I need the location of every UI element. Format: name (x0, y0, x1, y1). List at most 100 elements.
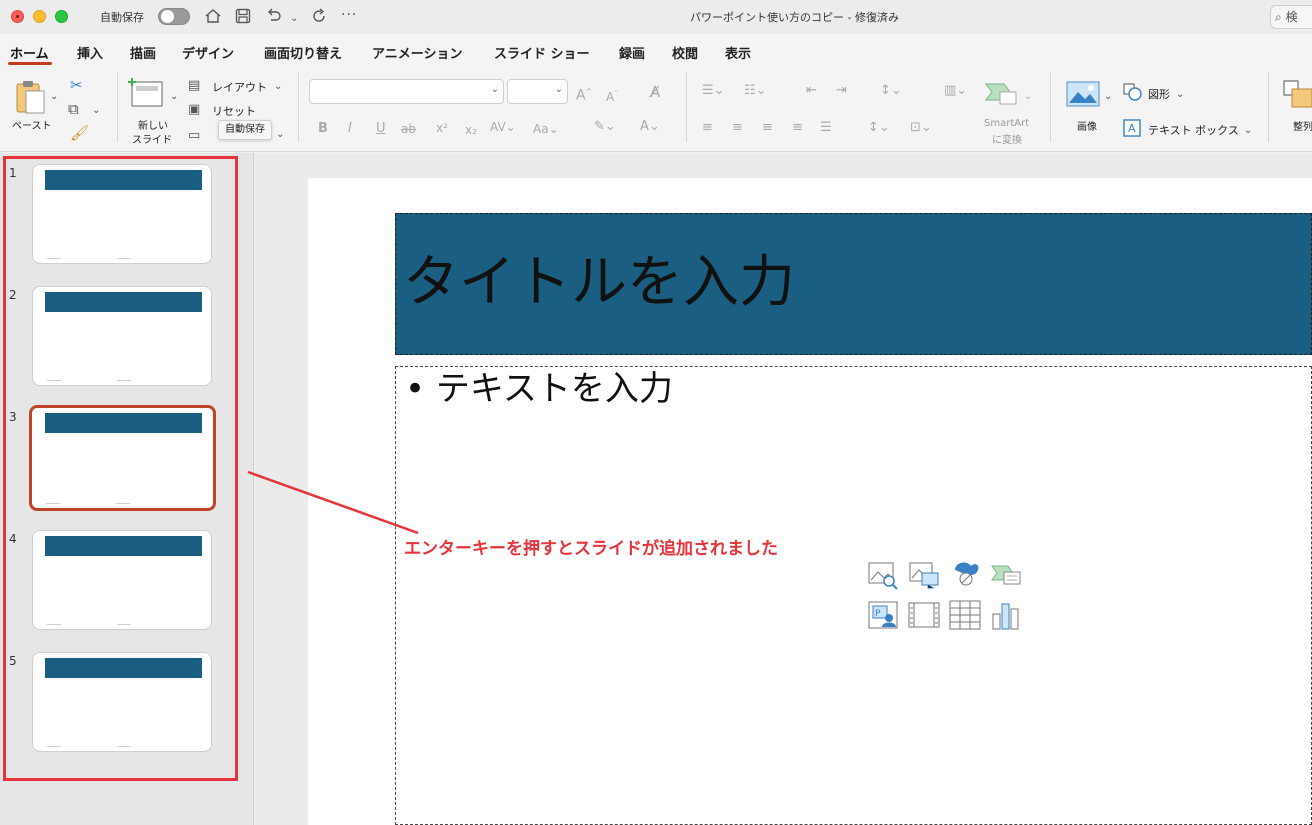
picture-icon[interactable] (908, 560, 940, 590)
home-icon[interactable] (204, 7, 222, 25)
more-icon[interactable]: ··· (341, 4, 357, 26)
font-name-dropdown-icon[interactable]: ⌄ (491, 84, 499, 95)
image-label: 画像 (1077, 122, 1097, 133)
body-placeholder-text: • テキストを入力 (405, 369, 673, 409)
justify-icon[interactable]: ≡ (792, 119, 803, 137)
align-center-icon[interactable]: ≡ (732, 119, 743, 137)
align-right-icon[interactable]: ≡ (762, 119, 773, 137)
tab-home[interactable]: ホーム (10, 43, 49, 62)
format-painter-icon[interactable]: 🖌 (70, 124, 89, 142)
tab-review[interactable]: 校閲 (672, 43, 698, 62)
align-text-icon[interactable]: ⊡⌄ (910, 119, 932, 137)
table-icon[interactable] (949, 600, 981, 630)
tab-view[interactable]: 表示 (725, 43, 751, 62)
minimize-window-button[interactable] (33, 10, 46, 23)
image-dropdown-icon[interactable]: ⌄ (1104, 88, 1112, 106)
tab-transitions[interactable]: 画面切り替え (264, 43, 342, 62)
arrange-icon[interactable] (1283, 80, 1312, 110)
undo-dropdown-icon[interactable]: ⌄ (290, 8, 298, 30)
underline-icon[interactable]: U (376, 120, 386, 138)
textbox-icon[interactable]: A (1123, 119, 1141, 137)
font-size-combo[interactable]: ⌄ (507, 79, 568, 104)
shrink-font-icon[interactable]: Aˇ (606, 85, 618, 106)
reset-icon: ▣ (188, 102, 201, 117)
smartart-graphic-icon[interactable] (990, 560, 1022, 590)
shapes-icon[interactable] (1123, 83, 1143, 101)
chart-icon[interactable] (990, 600, 1022, 630)
grow-font-icon[interactable]: A^ (576, 83, 592, 105)
section-icon[interactable]: ▭ (188, 127, 200, 145)
strikethrough-icon[interactable]: ab (401, 120, 416, 138)
cut-icon[interactable]: ✂ (70, 76, 83, 94)
undo-icon[interactable] (265, 7, 283, 25)
cameo-icon[interactable]: P (867, 600, 899, 630)
tab-animations[interactable]: アニメーション (372, 43, 462, 62)
copy-icon[interactable]: ⧉ (68, 100, 79, 118)
icons-icon[interactable] (949, 558, 981, 588)
font-size-dropdown-icon[interactable]: ⌄ (555, 84, 563, 95)
stock-images-icon[interactable] (867, 560, 899, 590)
layout-button[interactable]: レイアウト (212, 79, 267, 95)
highlight-icon[interactable]: ✎⌄ (594, 118, 616, 136)
section-dropdown-icon[interactable]: ⌄ (276, 126, 284, 144)
search-placeholder: 検 (1285, 10, 1298, 24)
align-left-icon[interactable]: ≡ (702, 119, 713, 137)
distributed-icon[interactable]: ☰ (820, 119, 832, 137)
reset-button[interactable]: リセット (212, 103, 256, 119)
textbox-button[interactable]: テキスト ボックス (1148, 122, 1239, 138)
new-slide-label-1: 新しい (138, 121, 168, 132)
decrease-indent-icon[interactable]: ⇤ (806, 82, 817, 100)
content-placeholder[interactable] (395, 366, 1312, 825)
font-color-icon[interactable]: A⌄ (640, 118, 660, 136)
redo-icon[interactable] (310, 7, 328, 25)
body-placeholder-label: テキストを入力 (435, 369, 673, 409)
svg-text:A: A (1128, 122, 1136, 135)
smartart-icon[interactable] (984, 80, 1018, 106)
clear-format-icon[interactable]: A̸ (650, 83, 660, 101)
font-name-combo[interactable]: ⌄ (309, 79, 504, 104)
new-slide-icon[interactable] (128, 76, 166, 110)
smartart-label-2: に変換 (992, 135, 1022, 146)
bold-icon[interactable]: B (318, 120, 328, 138)
image-icon[interactable] (1066, 81, 1100, 107)
numbering-icon[interactable]: ☷⌄ (744, 82, 767, 100)
save-icon[interactable] (234, 7, 252, 25)
autosave-toggle[interactable] (158, 8, 190, 25)
superscript-icon[interactable]: x² (436, 119, 448, 137)
layout-icon: ▤ (188, 78, 201, 93)
copy-dropdown-icon[interactable]: ⌄ (92, 102, 100, 120)
document-title: パワーポイント使い方のコピー - 修復済み (690, 11, 899, 24)
video-icon[interactable] (908, 600, 940, 630)
line-spacing-icon[interactable]: ↕⌄ (880, 82, 902, 100)
layout-dropdown-icon[interactable]: ⌄ (274, 78, 282, 96)
character-spacing-icon[interactable]: AV⌄ (490, 118, 516, 136)
increase-indent-icon[interactable]: ⇥ (836, 82, 847, 100)
title-bar: 自動保存 ⌄ ··· パワーポイント使い方のコピー - 修復済み ⌕ 検 (0, 0, 1312, 34)
close-window-button[interactable] (11, 10, 24, 23)
active-tab-indicator (8, 62, 52, 65)
paste-label: ペースト (12, 121, 52, 132)
new-slide-dropdown-icon[interactable]: ⌄ (170, 88, 178, 106)
paste-dropdown-icon[interactable]: ⌄ (50, 88, 58, 106)
smartart-label-1: SmartArt (984, 118, 1030, 129)
italic-icon[interactable]: I (348, 120, 352, 138)
autosave-tooltip: 自動保存 (218, 120, 272, 140)
tab-insert[interactable]: 挿入 (77, 43, 103, 62)
paste-icon[interactable] (14, 79, 48, 115)
title-placeholder-text: タイトルを入力 (403, 250, 795, 315)
search-input[interactable]: ⌕ 検 (1270, 5, 1312, 29)
bullets-icon[interactable]: ☰⌄ (702, 82, 725, 100)
shapes-button[interactable]: 図形 (1148, 86, 1170, 102)
textbox-dropdown-icon[interactable]: ⌄ (1244, 122, 1252, 140)
tab-design[interactable]: デザイン (182, 43, 234, 62)
tab-draw[interactable]: 描画 (130, 43, 156, 62)
text-direction-icon[interactable]: ↕⌄ (868, 119, 890, 137)
tab-record[interactable]: 録画 (619, 43, 645, 62)
change-case-icon[interactable]: Aa⌄ (533, 120, 559, 138)
tab-slideshow[interactable]: スライド ショー (494, 43, 590, 62)
shapes-dropdown-icon[interactable]: ⌄ (1176, 86, 1184, 104)
smartart-dropdown-icon[interactable]: ⌄ (1024, 88, 1032, 106)
subscript-icon[interactable]: x₂ (465, 121, 477, 139)
columns-icon[interactable]: ▥⌄ (944, 82, 967, 100)
zoom-window-button[interactable] (55, 10, 68, 23)
